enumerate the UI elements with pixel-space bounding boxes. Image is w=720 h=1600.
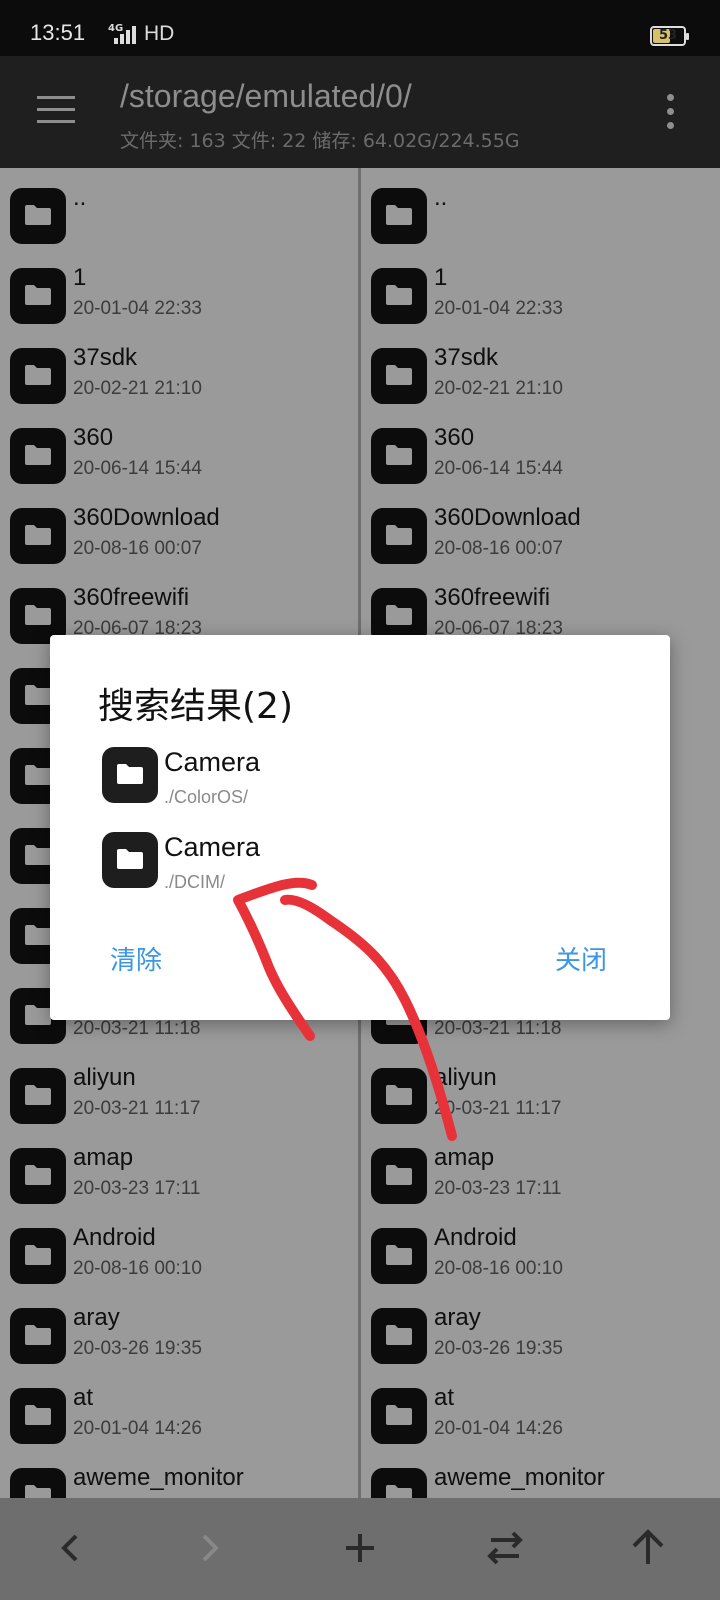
folder-icon xyxy=(102,747,158,803)
clear-button[interactable]: 清除 xyxy=(110,940,162,977)
result-name: Camera xyxy=(164,747,261,777)
search-result-item[interactable]: Camera ./DCIM/ xyxy=(102,832,622,902)
result-name: Camera xyxy=(164,832,261,862)
dialog-title: 搜索结果(2) xyxy=(98,686,293,727)
folder-icon xyxy=(102,832,158,888)
result-path: ./DCIM/ xyxy=(164,872,225,892)
close-button[interactable]: 关闭 xyxy=(555,940,607,977)
search-result-item[interactable]: Camera ./ColorOS/ xyxy=(102,747,622,817)
search-results-dialog: 搜索结果(2) Camera ./ColorOS/ Camera ./DCIM/… xyxy=(50,635,670,1020)
result-path: ./ColorOS/ xyxy=(164,787,249,807)
